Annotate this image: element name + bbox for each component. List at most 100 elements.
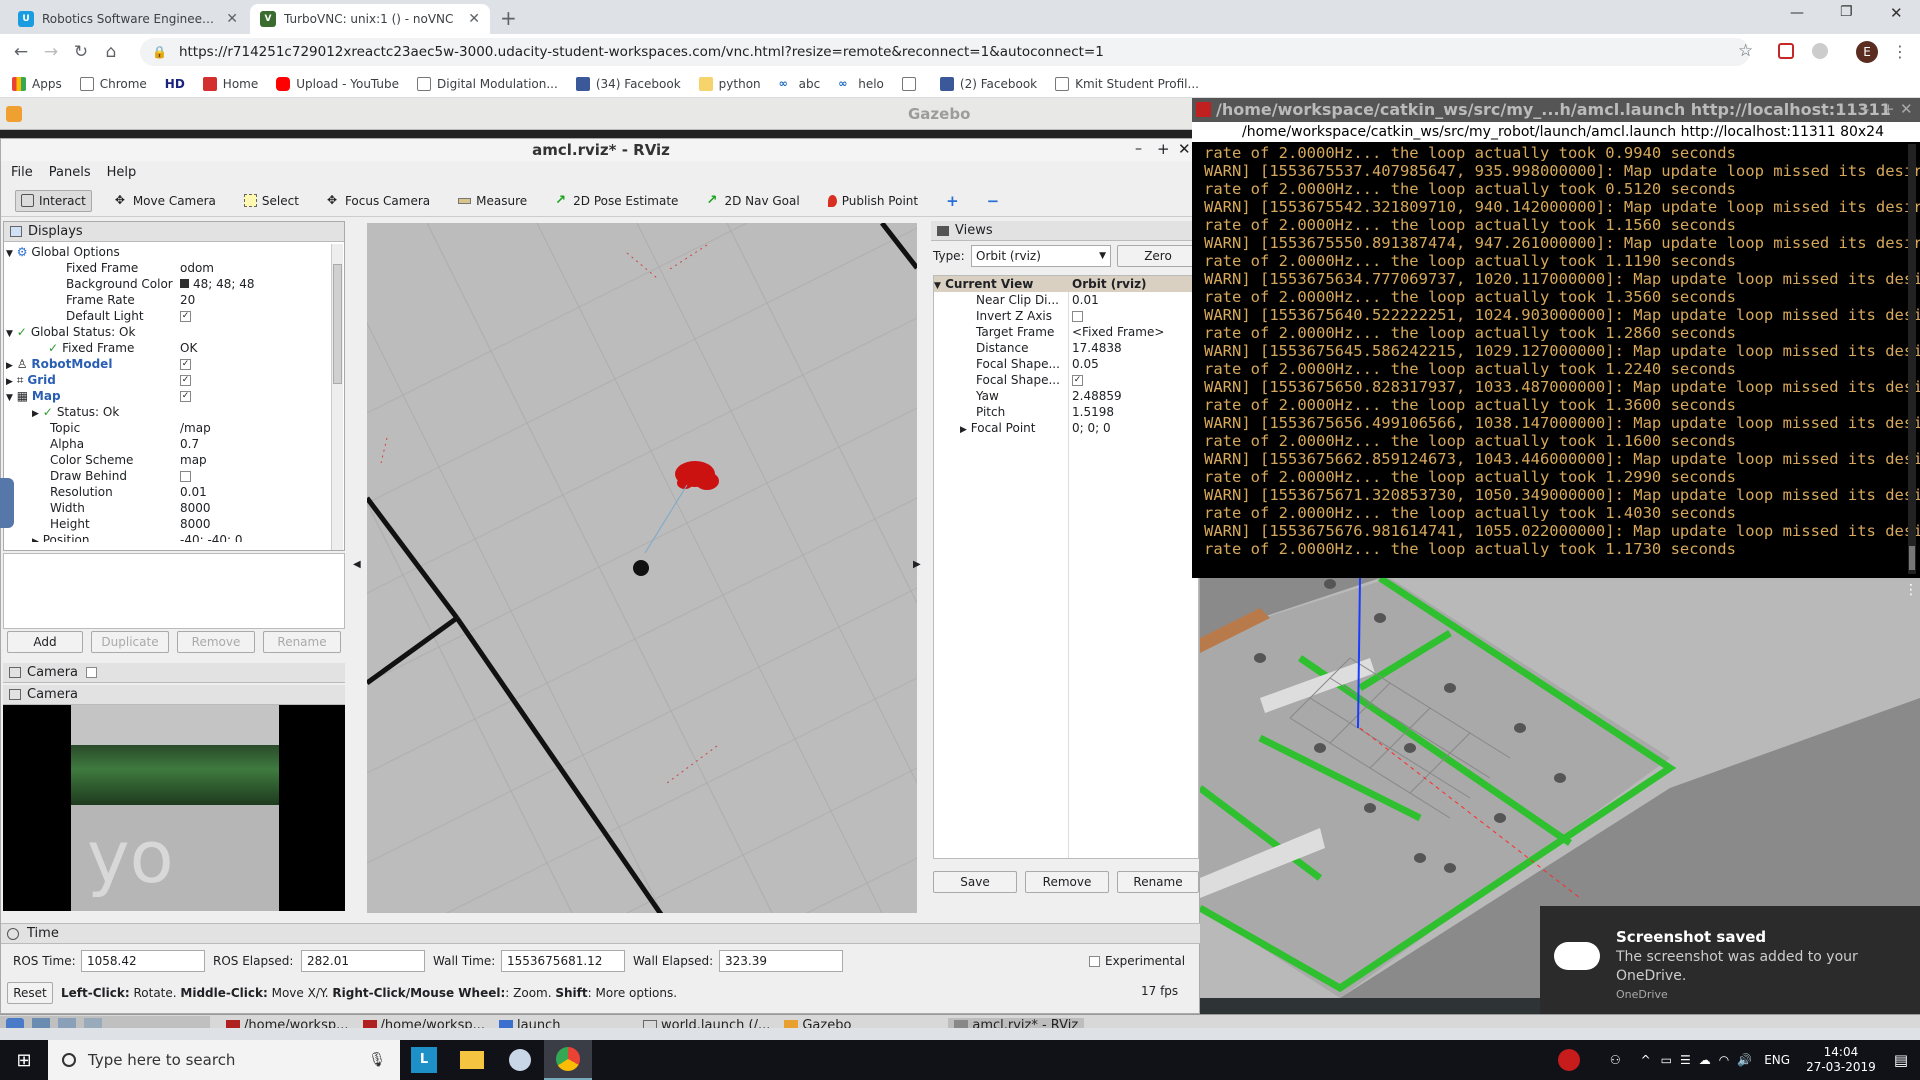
tray-volume-icon[interactable]: 🔊 <box>1737 1053 1752 1067</box>
default-light-checkbox[interactable]: ✓ <box>180 311 191 322</box>
rename-view-button[interactable]: Rename <box>1117 871 1199 893</box>
tray-onedrive-icon[interactable]: ☁ <box>1699 1053 1711 1067</box>
scroll-thumb[interactable] <box>1909 546 1915 570</box>
bookmark-youtube[interactable]: Upload - YouTube <box>276 76 399 91</box>
menu-panels[interactable]: Panels <box>49 165 91 180</box>
close-tab-icon[interactable]: ✕ <box>226 11 238 27</box>
draw-behind-checkbox[interactable] <box>180 471 191 482</box>
view-row-target-frame[interactable]: Target Frame <Fixed Frame> <box>934 324 1198 340</box>
taskbar-search[interactable]: Type here to search 🎙 <box>48 1040 400 1080</box>
rviz-minimize-icon[interactable]: – <box>1135 141 1142 157</box>
vnc-task-rviz[interactable]: amcl.rviz* - RViz <box>948 1018 1085 1028</box>
rviz-3d-view[interactable] <box>367 223 917 913</box>
tree-row-map[interactable]: ▼ ▦ Map ✓ <box>6 388 328 404</box>
vnc-task-terminal-2[interactable]: /home/worksp... <box>362 1018 485 1028</box>
menu-file[interactable]: File <box>11 165 33 180</box>
ros-time-field[interactable]: 1058.42 <box>81 950 205 972</box>
row-value[interactable]: map <box>178 452 328 468</box>
menu-kebab-icon[interactable]: ⋮ <box>1892 42 1908 61</box>
view-row-focal-shape-fixed[interactable]: Focal Shape... ✓ <box>934 372 1198 388</box>
displays-tree[interactable]: ▼ ⚙ Global Options Fixed Frame odom Backg… <box>6 244 328 542</box>
profile-avatar[interactable]: E <box>1856 41 1878 63</box>
tree-row-width[interactable]: Width 8000 <box>6 500 328 516</box>
reload-icon[interactable]: ↻ <box>66 37 96 67</box>
tree-row-color-scheme[interactable]: Color Scheme map <box>6 452 328 468</box>
view-row-distance[interactable]: Distance 17.4838 <box>934 340 1198 356</box>
extension-pocket-icon[interactable] <box>1778 43 1794 59</box>
row-value[interactable]: 2.48859 <box>1070 388 1198 404</box>
vnc-task-world-launch[interactable]: world.launch (/... <box>643 1018 770 1028</box>
tree-row-draw-behind[interactable]: Draw Behind <box>6 468 328 484</box>
view-row-near-clip[interactable]: Near Clip Di... 0.01 <box>934 292 1198 308</box>
robotmodel-checkbox[interactable]: ✓ <box>180 359 191 370</box>
bookmark-abc[interactable]: ∞ abc <box>779 77 821 91</box>
tree-row-position[interactable]: ▶ Position -40; -40; 0 <box>6 532 328 542</box>
terminal-launcher-icon[interactable] <box>32 1017 50 1028</box>
collapse-left-icon[interactable]: ◀ <box>353 559 361 570</box>
desktop-launcher-icon[interactable] <box>84 1017 102 1028</box>
zero-button[interactable]: Zero <box>1117 245 1199 267</box>
scroll-thumb[interactable] <box>333 264 342 384</box>
tree-row-frame-rate[interactable]: Frame Rate 20 <box>6 292 328 308</box>
vnc-task-terminal-1[interactable]: /home/worksp... <box>226 1018 349 1028</box>
row-value[interactable]: 48; 48; 48 <box>193 277 255 291</box>
tree-row-map-status[interactable]: ▶ ✓ Status: Ok <box>6 404 328 420</box>
tree-row-robotmodel[interactable]: ▶ ♙ RobotModel ✓ <box>6 356 328 372</box>
terminal-window[interactable]: /home/workspace/catkin_ws/src/my_...h/am… <box>1192 98 1920 578</box>
camera-checkbox[interactable] <box>86 667 98 678</box>
vnc-task-launch[interactable]: launch <box>499 1018 629 1028</box>
terminal-maximize-icon[interactable]: + <box>1882 100 1895 118</box>
windows-start-icon[interactable]: ⊞ <box>0 1040 48 1080</box>
tray-wifi-icon[interactable]: ◠ <box>1719 1053 1729 1067</box>
forward-icon[interactable]: → <box>36 37 66 67</box>
displays-scrollbar[interactable] <box>331 244 343 550</box>
save-view-button[interactable]: Save <box>933 871 1017 893</box>
view-type-select[interactable]: Orbit (rviz) ▼ <box>971 245 1111 267</box>
tree-row-fixed-frame-status[interactable]: ✓ Fixed Frame OK <box>6 340 328 356</box>
vnc-desktop[interactable]: Gazebo amcl.rviz* - RViz – + ✕ File Pane… <box>0 98 1920 1028</box>
tree-row-topic[interactable]: Topic/map <box>6 420 328 436</box>
view-row-current[interactable]: ▼ Current View Orbit (rviz) <box>934 276 1198 292</box>
bookmark-hd[interactable]: HD <box>165 77 185 91</box>
row-value[interactable]: <Fixed Frame> <box>1070 324 1198 340</box>
row-value[interactable]: 1.5198 <box>1070 404 1198 420</box>
rviz-maximize-icon[interactable]: + <box>1157 140 1170 158</box>
back-icon[interactable]: ← <box>6 37 36 67</box>
terminal-scrollbar[interactable] <box>1908 144 1916 574</box>
tray-chevron-up-icon[interactable]: ^ <box>1641 1053 1651 1067</box>
tool-move-camera[interactable]: ✥ Move Camera <box>110 191 221 211</box>
bookmark-home[interactable]: Home <box>202 76 258 91</box>
add-display-button[interactable]: Add <box>7 631 83 653</box>
taskbar-chrome[interactable] <box>544 1040 592 1080</box>
reset-button[interactable]: Reset <box>7 982 53 1004</box>
bookmark-chrome[interactable]: Chrome <box>79 76 147 91</box>
collapse-right-icon[interactable]: ▶ <box>913 559 921 570</box>
ros-elapsed-field[interactable]: 282.01 <box>301 950 425 972</box>
experimental-checkbox[interactable] <box>1089 956 1100 967</box>
view-row-pitch[interactable]: Pitch 1.5198 <box>934 404 1198 420</box>
invert-z-checkbox[interactable] <box>1072 311 1083 322</box>
tray-language[interactable]: ENG <box>1764 1053 1790 1067</box>
view-row-focal-shape-size[interactable]: Focal Shape... 0.05 <box>934 356 1198 372</box>
map-checkbox[interactable]: ✓ <box>180 391 191 402</box>
bookmark-star-icon[interactable]: ☆ <box>1738 41 1753 61</box>
tool-measure[interactable]: Measure <box>453 191 532 211</box>
files-launcher-icon[interactable] <box>58 1017 76 1028</box>
wall-time-field[interactable]: 1553675681.12 <box>501 950 625 972</box>
remove-view-button[interactable]: Remove <box>1025 871 1109 893</box>
view-row-focal-point[interactable]: ▶ Focal Point 0; 0; 0 <box>934 420 1198 436</box>
row-value[interactable]: 0.01 <box>1070 292 1198 308</box>
close-window-icon[interactable]: ✕ <box>1890 4 1903 22</box>
remove-display-button[interactable]: Remove <box>177 631 255 653</box>
bookmark-kmit[interactable]: Kmit Student Profil... <box>1055 76 1199 91</box>
bookmark-facebook-2[interactable]: (2) Facebook <box>939 76 1037 91</box>
tree-row-alpha[interactable]: Alpha 0.7 <box>6 436 328 452</box>
duplicate-display-button[interactable]: Duplicate <box>91 631 169 653</box>
terminal-close-icon[interactable]: ✕ <box>1900 100 1913 118</box>
tree-row-global-status[interactable]: ▼ ✓ Global Status: Ok <box>6 324 328 340</box>
tree-row-fixed-frame[interactable]: Fixed Frame odom <box>6 260 328 276</box>
tool-publish-point[interactable]: Publish Point <box>823 191 923 211</box>
focal-shape-checkbox[interactable]: ✓ <box>1072 375 1083 386</box>
tray-people-icon[interactable]: ⚇ <box>1610 1053 1621 1067</box>
bookmark-facebook-34[interactable]: (34) Facebook <box>575 76 681 91</box>
